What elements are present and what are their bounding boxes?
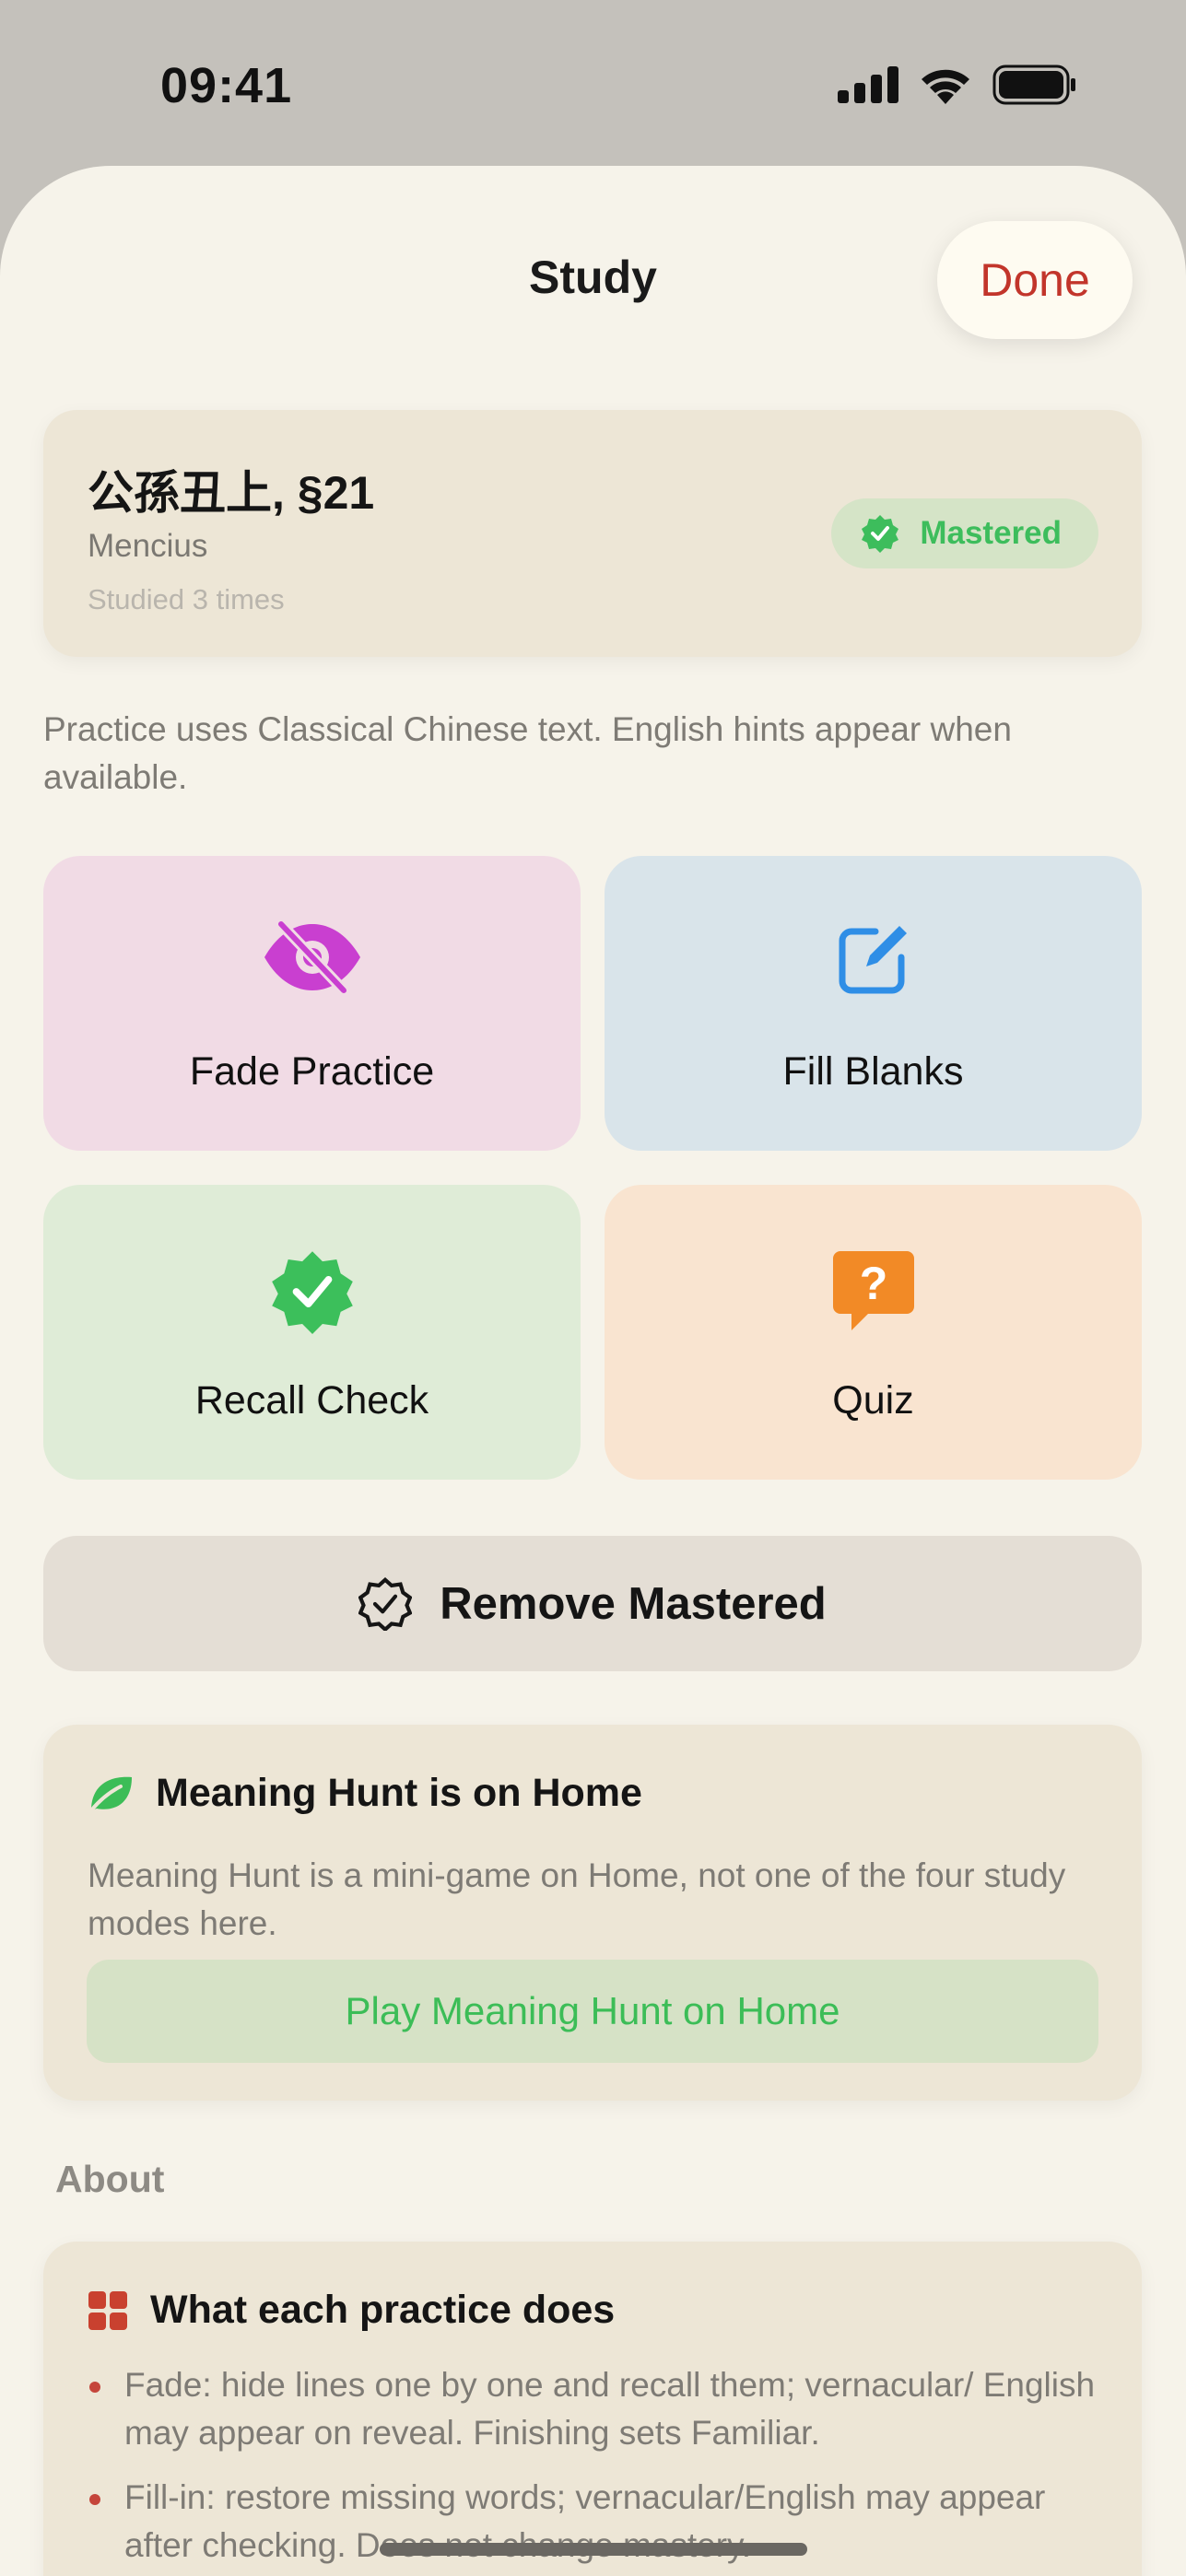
mastered-status-badge: Mastered [831, 498, 1098, 568]
passage-title: 公孫丑上, §21 [88, 467, 375, 519]
quiz-label: Quiz [832, 1378, 914, 1423]
fade-practice-button[interactable]: Fade Practice [43, 856, 581, 1151]
square-pencil-icon [839, 926, 907, 994]
fill-blanks-button[interactable]: Fill Blanks [605, 856, 1142, 1151]
recall-check-label: Recall Check [194, 1378, 429, 1423]
remove-mastered-label: Remove Mastered [440, 1578, 827, 1629]
about-title: What each practice does [150, 2288, 616, 2332]
checkmark-seal-icon [271, 1251, 353, 1334]
meaning-hunt-card: Meaning Hunt is on Home Meaning Hunt is … [43, 1725, 1142, 2101]
passage-study-count: Studied 3 times [88, 583, 285, 615]
practice-hint: Practice uses Classical Chinese text. En… [43, 710, 1012, 796]
status-bar: 09:41 [0, 0, 1186, 166]
grid-icon [88, 2290, 127, 2330]
eye-slash-icon [264, 920, 360, 994]
meaning-hunt-title: Meaning Hunt is on Home [156, 1771, 642, 1815]
fill-blanks-label: Fill Blanks [782, 1049, 964, 1094]
wifi-icon [922, 69, 969, 104]
checkmark-seal-outline-icon [358, 1576, 413, 1631]
svg-text:?: ? [859, 1258, 887, 1309]
passage-source: Mencius [88, 528, 208, 564]
home-indicator[interactable] [380, 2543, 807, 2556]
fade-practice-label: Fade Practice [189, 1049, 435, 1094]
cellular-signal-icon [838, 66, 898, 103]
battery-icon [992, 64, 1075, 105]
about-section-label: About [55, 2158, 165, 2200]
passage-card: 公孫丑上, §21 Mencius Studied 3 times Master… [43, 410, 1142, 657]
meaning-hunt-description: Meaning Hunt is a mini-game on Home, not… [88, 1856, 1066, 1942]
leaf-icon [89, 1776, 132, 1812]
recall-check-button[interactable]: Recall Check [43, 1185, 581, 1480]
about-card: What each practice does Fade: hide lines… [43, 2242, 1142, 2576]
remove-mastered-button[interactable]: Remove Mastered [43, 1536, 1142, 1671]
play-meaning-hunt-button[interactable]: Play Meaning Hunt on Home [87, 1960, 1098, 2063]
list-item: Fade: hide lines one by one and recall t… [88, 2361, 1110, 2457]
done-button[interactable]: Done [937, 221, 1133, 339]
question-bubble-icon: ? [832, 1251, 914, 1330]
status-icons [838, 64, 1077, 105]
status-time: 09:41 [160, 58, 293, 113]
mastered-label: Mastered [920, 515, 1062, 551]
checkmark-seal-icon [862, 515, 899, 553]
study-sheet: Study Done 公孫丑上, §21 Mencius Studied 3 t… [0, 166, 1186, 2576]
quiz-button[interactable]: ? Quiz [605, 1185, 1142, 1480]
